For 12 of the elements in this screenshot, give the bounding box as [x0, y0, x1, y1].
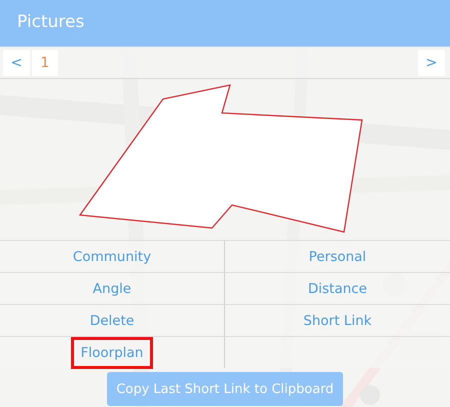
page-number-button[interactable]: 1: [32, 50, 58, 76]
action-button[interactable]: Distance: [302, 274, 374, 302]
copy-short-link-button[interactable]: Copy Last Short Link to Clipboard: [107, 372, 343, 406]
action-button[interactable]: Angle: [86, 274, 138, 302]
panel-title: Pictures: [17, 11, 84, 34]
action-button[interactable]: Delete: [84, 306, 140, 334]
action-button[interactable]: Floorplan: [72, 338, 152, 366]
action-button[interactable]: Short Link: [297, 306, 378, 334]
action-button[interactable]: Community: [66, 242, 158, 270]
previous-page-button[interactable]: <: [3, 50, 30, 76]
next-page-button[interactable]: >: [418, 50, 445, 76]
action-button[interactable]: Personal: [302, 242, 372, 270]
